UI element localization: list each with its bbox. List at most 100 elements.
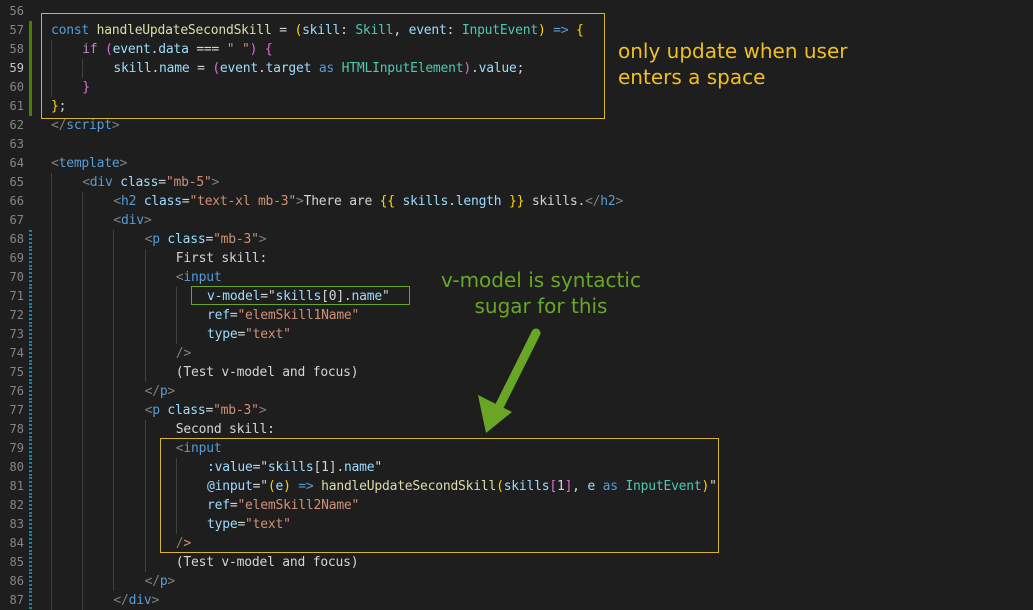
code-line[interactable]: 66 <h2 class="text-xl mb-3">There are {{ …: [0, 192, 1033, 211]
gutter-modified-marker[interactable]: [29, 382, 32, 401]
indent-guide: [144, 344, 146, 363]
gutter-modified-marker[interactable]: [29, 534, 32, 553]
code-token: input: [183, 270, 222, 285]
gutter-modified-marker[interactable]: [29, 325, 32, 344]
indent-guide: [144, 325, 146, 344]
code-text: (Test v-model and focus): [176, 553, 359, 572]
code-line[interactable]: 86 </p>: [0, 572, 1033, 591]
gutter-modified-marker[interactable]: [29, 458, 32, 477]
code-token: "mb-3": [213, 403, 259, 418]
gutter-modified-marker[interactable]: [29, 515, 32, 534]
indent-guide: [51, 249, 52, 268]
code-token: </: [113, 593, 129, 608]
indent-guide: [51, 173, 52, 192]
gutter-modified-marker[interactable]: [29, 591, 32, 610]
gutter-modified-marker[interactable]: [29, 268, 32, 287]
code-line[interactable]: 67 <div>: [0, 211, 1033, 230]
indent-guide: [113, 553, 115, 572]
code-token: type: [207, 327, 238, 342]
gutter-modified-marker[interactable]: [29, 306, 32, 325]
code-line[interactable]: 85 (Test v-model and focus): [0, 553, 1033, 572]
code-line[interactable]: 75 (Test v-model and focus): [0, 363, 1033, 382]
code-token: <: [113, 194, 121, 209]
line-number: 67: [9, 213, 24, 227]
indent-guide: [113, 382, 115, 401]
indent-guide: [51, 515, 52, 534]
indent-guide: [51, 458, 52, 477]
indent-guide: [82, 572, 84, 591]
code-token: "mb-5": [165, 175, 212, 190]
code-token: <: [113, 213, 121, 228]
gutter-modified-marker[interactable]: [29, 249, 32, 268]
indent-guide: [82, 401, 84, 420]
line-number: 71: [9, 289, 24, 303]
gutter-added-marker[interactable]: [29, 59, 32, 78]
annotation-syntactic-sugar: v-model is syntactic sugar for this: [432, 267, 650, 319]
code-line[interactable]: 76 </p>: [0, 382, 1033, 401]
code-token: script: [66, 118, 112, 133]
line-number: 78: [9, 422, 24, 436]
line-number: 68: [9, 232, 24, 246]
line-number: 58: [9, 42, 24, 56]
gutter-modified-marker[interactable]: [29, 344, 32, 363]
code-token: >: [143, 213, 152, 228]
indent-guide: [82, 249, 84, 268]
code-text: <div>: [113, 211, 151, 230]
code-token: ref: [207, 308, 230, 323]
gutter-modified-marker[interactable]: [29, 572, 32, 591]
line-number: 83: [9, 517, 24, 531]
indent-guide: [51, 325, 52, 344]
indent-guide: [113, 515, 115, 534]
gutter-added-marker[interactable]: [29, 78, 32, 97]
indent-guide: [82, 591, 84, 610]
gutter-added-marker[interactable]: [29, 40, 32, 59]
code-line[interactable]: 65 <div class="mb-5">: [0, 173, 1033, 192]
code-text: <h2 class="text-xl mb-3">There are {{ sk…: [113, 192, 623, 211]
code-line[interactable]: 64 <template>: [0, 154, 1033, 173]
indent-guide: [82, 534, 84, 553]
code-line[interactable]: 74 />: [0, 344, 1033, 363]
indent-guide: [113, 363, 115, 382]
code-token: </: [51, 118, 67, 133]
line-number: 79: [9, 441, 24, 455]
indent-guide: [113, 344, 115, 363]
code-token: h2: [600, 194, 616, 209]
gutter-modified-marker[interactable]: [29, 230, 32, 249]
gutter-modified-marker[interactable]: [29, 496, 32, 515]
line-number: 57: [9, 23, 24, 37]
gutter-modified-marker[interactable]: [29, 420, 32, 439]
line-number: 69: [9, 251, 24, 265]
code-line[interactable]: 69 First skill:: [0, 249, 1033, 268]
code-line[interactable]: 63: [0, 135, 1033, 154]
gutter-added-marker[interactable]: [29, 97, 32, 116]
gutter-modified-marker[interactable]: [29, 439, 32, 458]
code-token: =: [237, 327, 246, 342]
code-line[interactable]: 78 Second skill:: [0, 420, 1033, 439]
gutter-modified-marker[interactable]: [29, 401, 32, 420]
gutter-modified-marker[interactable]: [29, 477, 32, 496]
gutter-modified-marker[interactable]: [29, 363, 32, 382]
line-number: 60: [9, 80, 24, 94]
code-line[interactable]: 77 <p class="mb-3">: [0, 401, 1033, 420]
code-text: <input: [176, 268, 222, 287]
gutter-modified-marker[interactable]: [29, 287, 32, 306]
indent-guide: [51, 230, 52, 249]
code-text: type="text": [207, 325, 291, 344]
indent-guide: [144, 287, 146, 306]
indent-guide: [82, 325, 84, 344]
indent-guide: [82, 439, 84, 458]
code-line[interactable]: 87 </div>: [0, 591, 1033, 610]
indent-guide: [51, 591, 52, 610]
code-text: ref="elemSkill1Name": [207, 306, 359, 325]
code-line[interactable]: 73 type="text": [0, 325, 1033, 344]
code-text: <div class="mb-5">: [82, 173, 219, 192]
code-line[interactable]: 68 <p class="mb-3">: [0, 230, 1033, 249]
line-number: 66: [9, 194, 24, 208]
indent-guide: [51, 553, 52, 572]
annotation-only-update-line2: enters a space: [618, 65, 766, 89]
gutter-modified-marker[interactable]: [29, 553, 32, 572]
gutter-added-marker[interactable]: [29, 21, 32, 40]
